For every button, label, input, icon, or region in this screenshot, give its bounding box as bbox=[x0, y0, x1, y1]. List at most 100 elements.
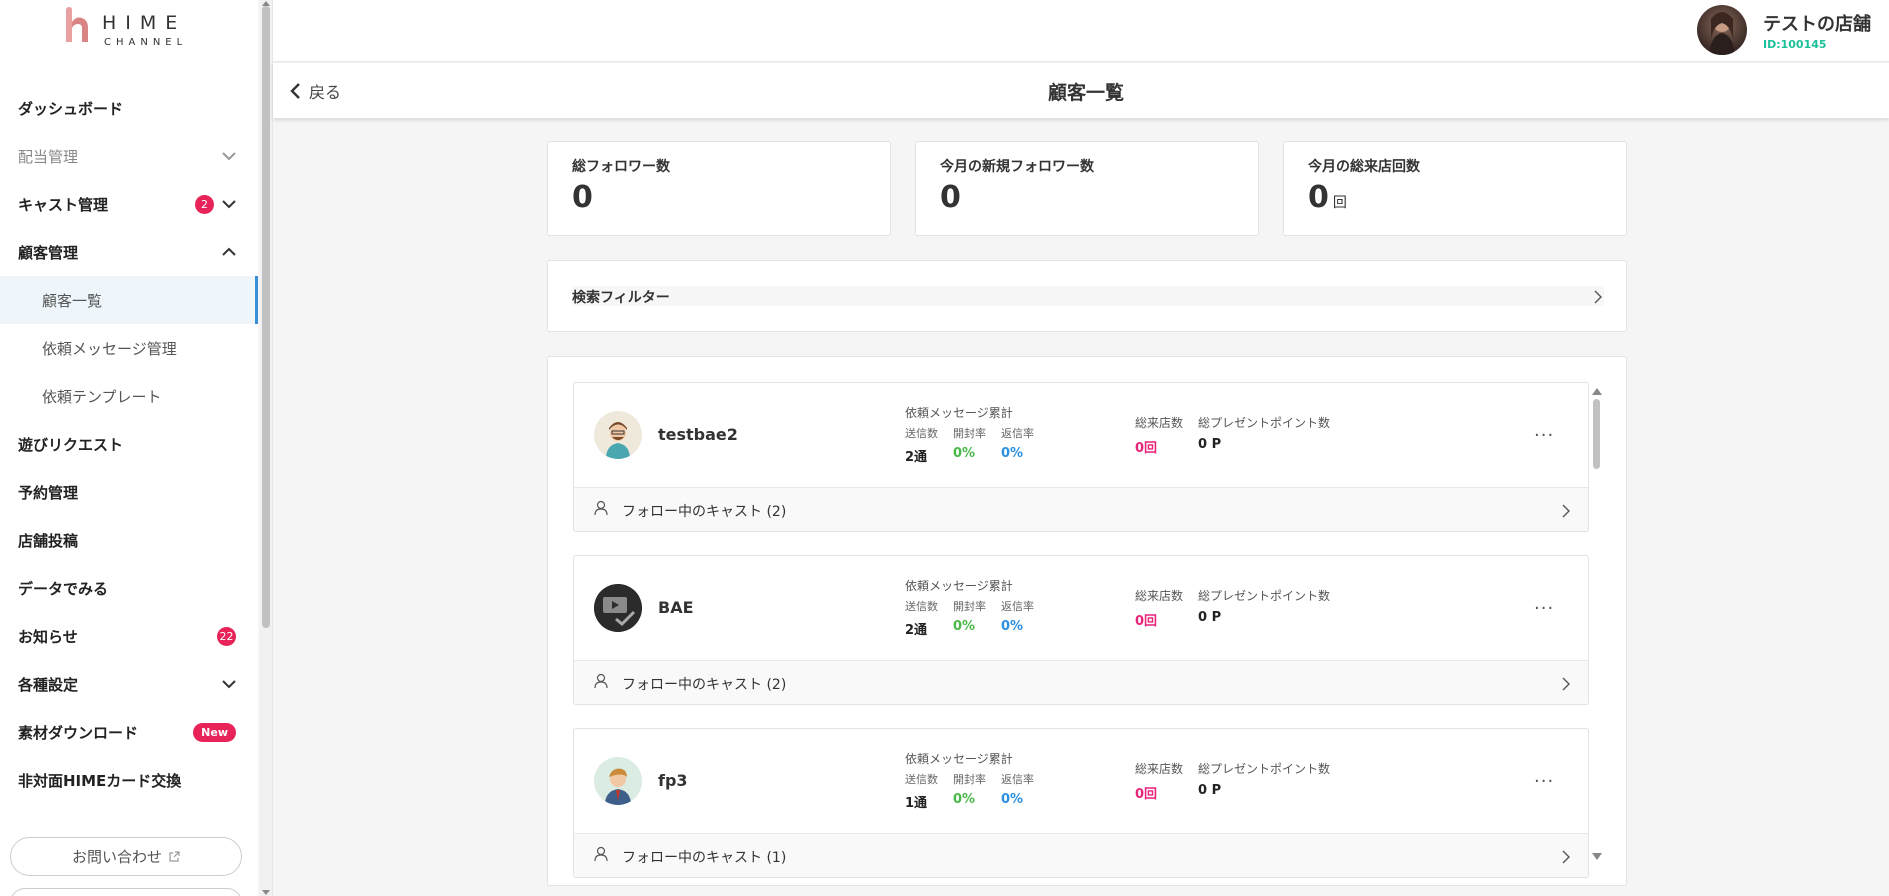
stat-value: 0 bbox=[940, 180, 961, 215]
customer-summary[interactable]: BAE 依頼メッセージ累計 送信数 開封率 返信率 2通 0% 0% 総来店数 … bbox=[574, 556, 1588, 660]
customer-name[interactable]: testbae2 bbox=[658, 425, 738, 444]
reply-rate-value: 0% bbox=[1001, 792, 1024, 807]
reply-rate-value: 0% bbox=[1001, 446, 1024, 461]
sidebar-item-label: データでみる bbox=[18, 579, 109, 598]
sidebar-nav: ダッシュボード 配当管理 キャスト管理 2 顧客管理 顧客一覧 依頼メッセージ管… bbox=[0, 84, 258, 804]
contact-label: お問い合わせ bbox=[71, 848, 162, 866]
followed-casts-row[interactable]: フォロー中のキャスト (2) bbox=[574, 660, 1588, 704]
sidebar-item-customer-list[interactable]: 顧客一覧 bbox=[0, 276, 258, 324]
chevron-right-icon bbox=[1594, 290, 1602, 304]
sidebar-item-store-posts[interactable]: 店舗投稿 bbox=[0, 516, 258, 564]
user-icon bbox=[594, 846, 608, 862]
points-header: 総プレゼントポイント数 bbox=[1198, 416, 1331, 430]
sidebar-item-label: 遊びリクエスト bbox=[18, 435, 124, 454]
list-scrollbar[interactable] bbox=[1590, 387, 1604, 861]
sidebar-item-label: 予約管理 bbox=[18, 483, 79, 502]
filter-bar bbox=[572, 286, 1604, 306]
sidebar-item-label: お知らせ bbox=[18, 627, 78, 646]
sidebar-item-label: ダッシュボード bbox=[18, 99, 124, 118]
message-stats-title: 依頼メッセージ累計 bbox=[905, 579, 1013, 593]
sidebar-item-customers[interactable]: 顧客管理 bbox=[0, 228, 258, 276]
avatar bbox=[594, 411, 642, 459]
points-header: 総プレゼントポイント数 bbox=[1198, 762, 1331, 776]
reply-rate-header: 返信率 bbox=[1001, 600, 1034, 613]
customer-card: fp3 依頼メッセージ累計 送信数 開封率 返信率 1通 0% 0% 総来店数 … bbox=[573, 728, 1589, 878]
contact-button[interactable]: お問い合わせ bbox=[10, 837, 242, 876]
followed-casts-row[interactable]: フォロー中のキャスト (1) bbox=[574, 833, 1588, 877]
sidebar-item-reservations[interactable]: 予約管理 bbox=[0, 468, 258, 516]
chevron-right-icon bbox=[1562, 850, 1570, 864]
followed-casts-label: フォロー中のキャスト (1) bbox=[622, 850, 787, 866]
points-header: 総プレゼントポイント数 bbox=[1198, 589, 1331, 603]
customer-summary[interactable]: testbae2 依頼メッセージ累計 送信数 開封率 返信率 2通 0% 0% … bbox=[574, 383, 1588, 487]
sidebar-item-data[interactable]: データでみる bbox=[0, 564, 258, 612]
sidebar-item-request-templates[interactable]: 依頼テンプレート bbox=[0, 372, 258, 420]
sidebar-item-label: 依頼メッセージ管理 bbox=[42, 339, 177, 358]
logo-h-icon bbox=[66, 7, 88, 42]
stat-value: 0 bbox=[572, 180, 593, 215]
sidebar-item-play-requests[interactable]: 遊びリクエスト bbox=[0, 420, 258, 468]
page-header: 戻る 顧客一覧 bbox=[273, 63, 1889, 118]
scroll-down-icon[interactable] bbox=[1592, 853, 1602, 861]
stat-unit: 回 bbox=[1332, 195, 1347, 211]
followed-casts-row[interactable]: フォロー中のキャスト (2) bbox=[574, 487, 1588, 531]
logo-word: HIME bbox=[102, 12, 187, 34]
avatar bbox=[594, 757, 642, 805]
sidebar-item-settings[interactable]: 各種設定 bbox=[0, 660, 258, 708]
sidebar-divider bbox=[272, 0, 273, 896]
hime-channel-logo[interactable]: HIME CHANNEL bbox=[62, 6, 192, 52]
store-name[interactable]: テストの店舗 bbox=[1763, 10, 1871, 36]
sidebar-scrollbar[interactable] bbox=[260, 0, 272, 896]
sidebar-item-dividend[interactable]: 配当管理 bbox=[0, 132, 258, 180]
more-options-button[interactable]: ··· bbox=[1534, 425, 1554, 446]
customer-card: testbae2 依頼メッセージ累計 送信数 開封率 返信率 2通 0% 0% … bbox=[573, 382, 1589, 532]
new-badge: New bbox=[193, 723, 236, 742]
sidebar-item-label: 顧客管理 bbox=[18, 243, 79, 262]
filter-label: 検索フィルター bbox=[572, 290, 670, 306]
customer-name[interactable]: BAE bbox=[658, 598, 694, 617]
customer-name[interactable]: fp3 bbox=[658, 771, 688, 790]
sidebar: HIME CHANNEL ダッシュボード 配当管理 キャスト管理 2 顧客管理 … bbox=[0, 0, 258, 896]
customer-summary[interactable]: fp3 依頼メッセージ累計 送信数 開封率 返信率 1通 0% 0% 総来店数 … bbox=[574, 729, 1588, 833]
stat-label: 今月の総来店回数 bbox=[1308, 159, 1420, 175]
scroll-down-icon[interactable] bbox=[262, 890, 270, 896]
user-icon bbox=[594, 673, 608, 689]
stat-value: 0回 bbox=[1308, 180, 1347, 215]
sidebar-item-notices[interactable]: お知らせ 22 bbox=[0, 612, 258, 660]
visits-header: 総来店数 bbox=[1135, 589, 1184, 603]
followed-casts-label: フォロー中のキャスト (2) bbox=[622, 504, 787, 520]
stat-label: 総フォロワー数 bbox=[572, 159, 670, 175]
notification-badge: 2 bbox=[195, 195, 214, 214]
more-options-button[interactable]: ··· bbox=[1534, 771, 1554, 792]
page-title: 顧客一覧 bbox=[1047, 82, 1124, 104]
chevron-right-icon bbox=[1562, 504, 1570, 518]
sidebar-item-label: 各種設定 bbox=[18, 675, 79, 694]
avatar[interactable] bbox=[1697, 5, 1747, 55]
visits-header: 総来店数 bbox=[1135, 416, 1184, 430]
logo-sub: CHANNEL bbox=[104, 37, 188, 48]
scrollbar-thumb[interactable] bbox=[1593, 399, 1600, 469]
followed-casts-label: フォロー中のキャスト (2) bbox=[622, 677, 787, 693]
sidebar-item-dashboard[interactable]: ダッシュボード bbox=[0, 84, 258, 132]
sidebar-item-request-messages[interactable]: 依頼メッセージ管理 bbox=[0, 324, 258, 372]
search-filter[interactable]: 検索フィルター bbox=[547, 260, 1627, 332]
sent-header: 送信数 bbox=[905, 600, 938, 613]
open-rate-header: 開封率 bbox=[953, 600, 986, 613]
sidebar-item-cast[interactable]: キャスト管理 2 bbox=[0, 180, 258, 228]
reply-rate-value: 0% bbox=[1001, 619, 1024, 634]
scroll-up-icon[interactable] bbox=[1592, 387, 1602, 395]
open-rate-header: 開封率 bbox=[953, 773, 986, 786]
more-options-button[interactable]: ··· bbox=[1534, 598, 1554, 619]
secondary-button[interactable] bbox=[10, 888, 242, 896]
user-icon bbox=[594, 500, 608, 516]
store-avatar-image bbox=[1709, 12, 1735, 55]
chevron-right-icon bbox=[1562, 677, 1570, 691]
points-value: 0 P bbox=[1198, 783, 1222, 798]
sidebar-item-card-exchange[interactable]: 非対面HIMEカード交換 bbox=[0, 756, 258, 804]
sidebar-item-downloads[interactable]: 素材ダウンロード New bbox=[0, 708, 258, 756]
chevron-down-icon bbox=[222, 200, 236, 209]
sent-value: 2通 bbox=[905, 450, 928, 465]
sidebar-item-label: 配当管理 bbox=[18, 147, 79, 166]
scrollbar-thumb[interactable] bbox=[262, 6, 270, 628]
message-stats-title: 依頼メッセージ累計 bbox=[905, 406, 1013, 420]
